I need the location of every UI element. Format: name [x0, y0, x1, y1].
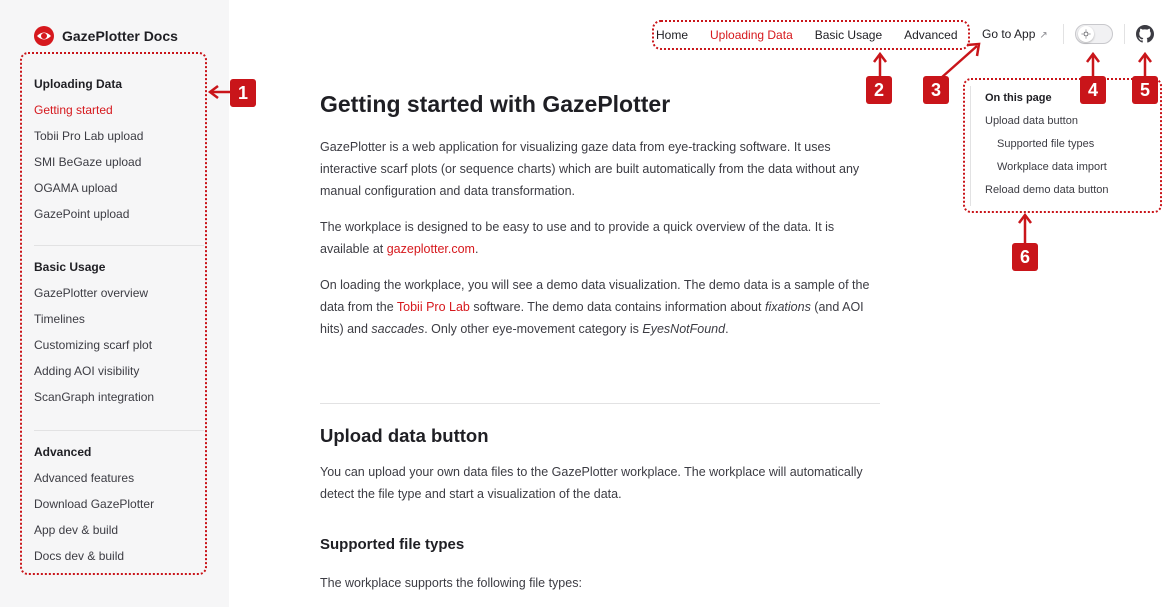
demo-data-paragraph: On loading the workplace, you will see a… [320, 274, 882, 340]
annotation-badge: 3 [923, 76, 949, 104]
upload-paragraph: You can upload your own data files to th… [320, 465, 863, 501]
nav-separator [1124, 24, 1125, 44]
section-divider [320, 403, 880, 404]
fixations-text: fixations [764, 300, 811, 314]
eyesnotfound-text: EyesNotFound [642, 322, 726, 336]
theme-toggle[interactable] [1075, 24, 1113, 44]
period-text: . [474, 242, 479, 256]
tobii-pro-lab-link[interactable]: Tobii Pro Lab [397, 300, 470, 314]
annotation-badge: 6 [1012, 243, 1038, 271]
intro-paragraph: GazePlotter is a web application for vis… [320, 140, 860, 198]
brand-link[interactable]: GazePlotter Docs [34, 26, 178, 46]
section-title-upload: Upload data button [320, 425, 489, 446]
external-link-icon: ↗ [1039, 30, 1048, 41]
nav-separator [1063, 24, 1064, 44]
annotation-box-nav [652, 20, 970, 50]
demo-text-d: . Only other eye-movement category is [424, 322, 643, 336]
go-to-app-label: Go to App [982, 27, 1036, 41]
workplace-paragraph: The workplace is designed to be easy to … [320, 216, 882, 260]
annotation-badge: 2 [866, 76, 892, 104]
gazeplotter-logo-icon [34, 26, 54, 46]
file-types-paragraph: The workplace supports the following fil… [320, 576, 582, 590]
annotation-box-sidebar [20, 52, 207, 575]
annotation-arrow-icon [1018, 212, 1032, 243]
subsection-title-file-types: Supported file types [320, 536, 465, 553]
saccades-text: saccades [371, 322, 425, 336]
go-to-app-link[interactable]: Go to App ↗ [982, 27, 1048, 41]
annotation-badge: 1 [230, 79, 256, 107]
period-text: . [725, 322, 729, 336]
sun-icon [1078, 26, 1094, 42]
demo-text-b: software. The demo data contains informa… [469, 300, 765, 314]
brand-title: GazePlotter Docs [62, 28, 178, 44]
github-icon[interactable] [1136, 25, 1154, 43]
page-title: Getting started with GazePlotter [320, 91, 671, 117]
gazeplotter-link[interactable]: gazeplotter.com [387, 242, 475, 256]
annotation-box-outline [963, 78, 1162, 213]
